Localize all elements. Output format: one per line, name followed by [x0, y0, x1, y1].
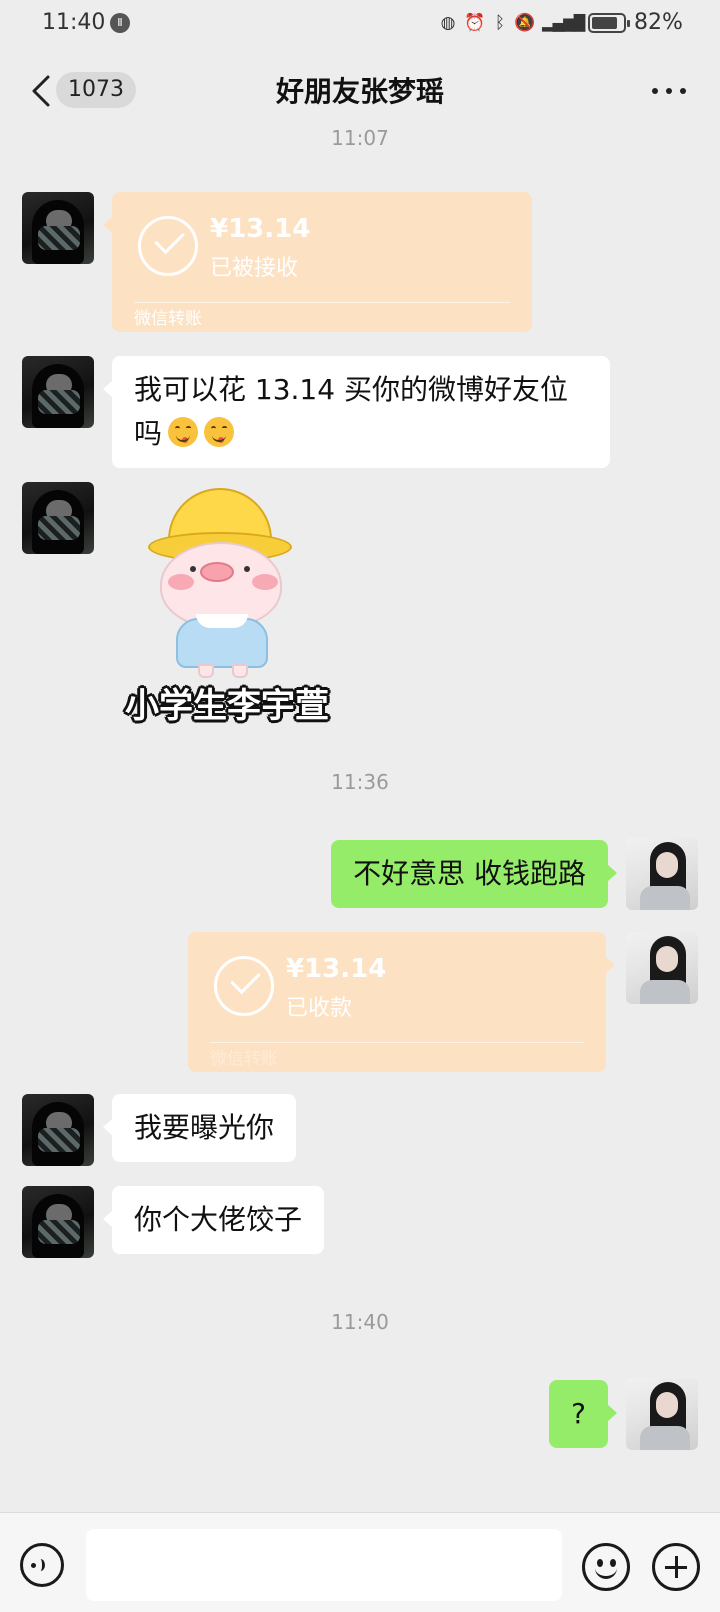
battery-level [592, 17, 617, 29]
message-text: 我要曝光你 [134, 1111, 275, 1144]
voice-input-icon[interactable] [20, 1543, 64, 1587]
signal-icon: ▂▄▆█ [542, 14, 585, 32]
friend-avatar[interactable] [22, 482, 94, 554]
message-bubble[interactable]: ? [549, 1380, 617, 1448]
message-timestamp: 11:36 [331, 770, 389, 794]
pig-sticker[interactable]: 小学生李宇萱 [112, 482, 342, 732]
message-bubble[interactable]: 不好意思 收钱跑路 [331, 840, 617, 908]
pig-leg [198, 664, 214, 678]
my-avatar[interactable] [626, 1378, 698, 1450]
friend-avatar[interactable] [22, 1094, 94, 1166]
transfer-status: 已被接收 [210, 256, 299, 281]
transfer-amount: ¥13.14 [210, 214, 311, 244]
emoji-icon[interactable] [582, 1543, 630, 1591]
chat-title: 好朋友张梦瑶 [275, 75, 444, 108]
pig-cheek [168, 574, 194, 590]
yum-face-emoji-icon [204, 417, 235, 447]
battery-percent: 82% [634, 10, 683, 35]
pig-leg [232, 664, 248, 678]
pig-cheek [252, 574, 278, 590]
chat-header: 1073 好朋友张梦瑶 [0, 48, 720, 134]
alarm-icon: ⏰ [464, 13, 486, 33]
check-circle-icon [214, 956, 274, 1016]
message-input[interactable] [86, 1529, 562, 1601]
input-bar [0, 1512, 720, 1612]
pig-collar [196, 614, 248, 628]
transfer-footer: 微信转账 [210, 1049, 278, 1069]
battery-icon [588, 13, 630, 33]
friend-avatar[interactable] [22, 1186, 94, 1258]
check-circle-icon [138, 216, 198, 276]
notification-badge-icon: Ⅱ [110, 13, 130, 33]
message-text: 你个大佬饺子 [134, 1203, 303, 1236]
transfer-amount: ¥13.14 [286, 954, 387, 984]
transfer-footer: 微信转账 [134, 309, 202, 329]
mute-icon: 🔕 [514, 13, 536, 33]
status-icons: ◍ ⏰ ᛒ 🔕 ▂▄▆█ [438, 12, 588, 36]
message-bubble[interactable]: 我要曝光你 [102, 1094, 297, 1162]
more-options-icon[interactable] [652, 86, 688, 96]
transfer-card[interactable]: ¥13.14 已被接收 微信转账 [103, 192, 532, 332]
message-text: ? [571, 1397, 586, 1430]
yum-face-emoji-icon [168, 417, 199, 447]
status-bar: 11:40 Ⅱ ◍ ⏰ ᛒ 🔕 ▂▄▆█ 82% [0, 0, 720, 48]
message-bubble[interactable]: 我可以花 13.14 买你的微博好友位吗 [103, 356, 610, 468]
message-timestamp: 11:40 [331, 1310, 389, 1334]
pig-eye [190, 566, 196, 572]
my-avatar[interactable] [626, 932, 698, 1004]
hd-call-icon: ◍ [440, 13, 456, 33]
my-avatar[interactable] [626, 838, 698, 910]
message-text: 我可以花 13.14 买你的微博好友位吗 [134, 373, 568, 450]
friend-avatar[interactable] [22, 192, 94, 264]
transfer-divider [134, 302, 510, 303]
status-time: 11:40 [42, 10, 106, 35]
sticker-caption: 小学生李宇萱 [125, 686, 329, 726]
add-attachment-icon[interactable] [652, 1543, 700, 1591]
message-timestamp: 11:07 [331, 126, 389, 150]
pig-snout [200, 562, 234, 582]
friend-avatar[interactable] [22, 356, 94, 428]
transfer-status: 已收款 [286, 996, 353, 1021]
transfer-divider [210, 1042, 584, 1043]
bluetooth-icon: ᛒ [494, 13, 506, 33]
pig-eye [244, 566, 250, 572]
message-bubble[interactable]: 你个大佬饺子 [102, 1186, 325, 1254]
message-text: 不好意思 收钱跑路 [353, 857, 586, 890]
transfer-card[interactable]: ¥13.14 已收款 微信转账 [188, 932, 615, 1072]
